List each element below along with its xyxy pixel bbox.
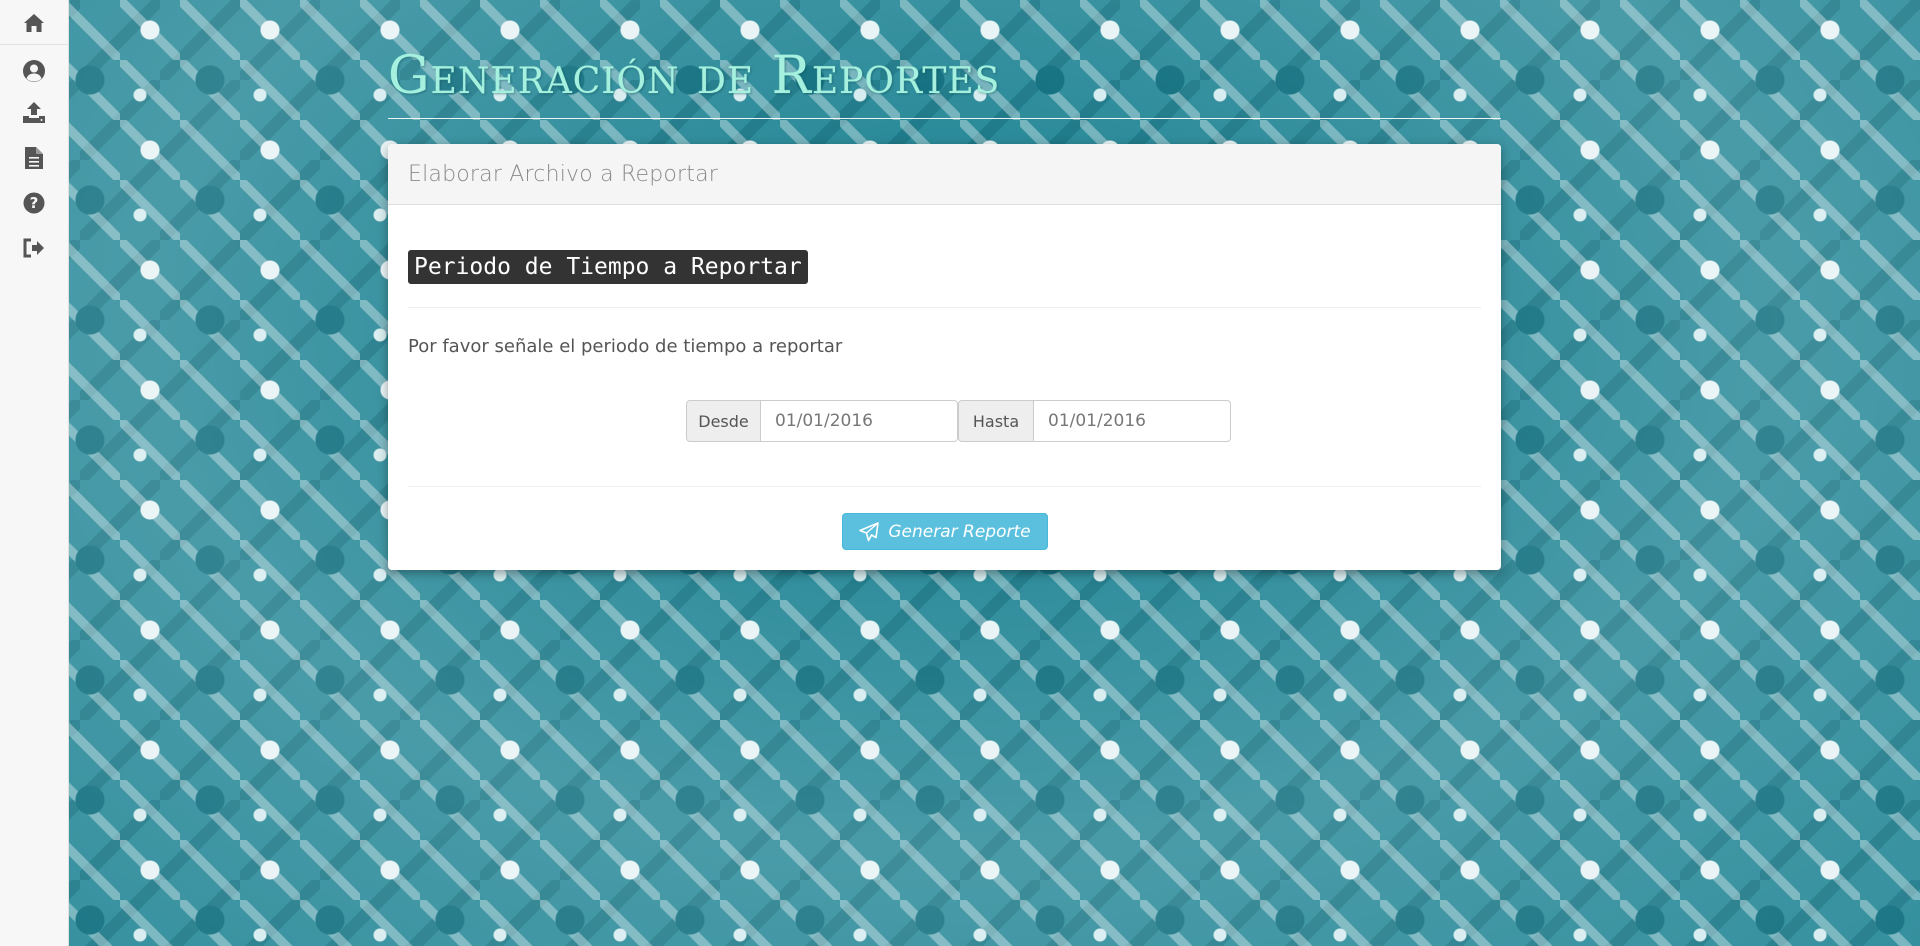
panel-heading: Elaborar Archivo a Reportar [388, 144, 1501, 205]
user-circle-icon[interactable] [22, 59, 46, 83]
title-divider [388, 118, 1501, 119]
from-label: Desde [686, 400, 761, 442]
from-date-input[interactable] [761, 400, 958, 442]
file-text-icon[interactable] [22, 146, 46, 170]
page-title: Generación de Reportes [388, 46, 1001, 106]
to-date-input[interactable] [1034, 400, 1231, 442]
generate-report-button[interactable]: Generar Reporte [842, 513, 1048, 550]
sidebar: ? [0, 0, 69, 946]
divider [408, 307, 1481, 308]
date-range-group: Desde Hasta [686, 400, 1231, 442]
instruction-text: Por favor señale el periodo de tiempo a … [408, 336, 843, 357]
report-panel: Elaborar Archivo a Reportar Periodo de T… [388, 144, 1501, 570]
section-label: Periodo de Tiempo a Reportar [408, 250, 808, 284]
panel-heading-text: Elaborar Archivo a Reportar [408, 161, 719, 187]
paper-plane-icon [859, 521, 880, 542]
sidebar-divider [0, 44, 68, 45]
upload-icon[interactable] [22, 100, 46, 124]
sign-out-icon[interactable] [22, 236, 46, 260]
generate-report-label: Generar Reporte [888, 521, 1031, 542]
home-icon[interactable] [22, 11, 46, 35]
to-label: Hasta [958, 400, 1034, 442]
svg-text:?: ? [30, 194, 39, 212]
divider [408, 486, 1481, 487]
question-circle-icon[interactable]: ? [22, 191, 46, 215]
